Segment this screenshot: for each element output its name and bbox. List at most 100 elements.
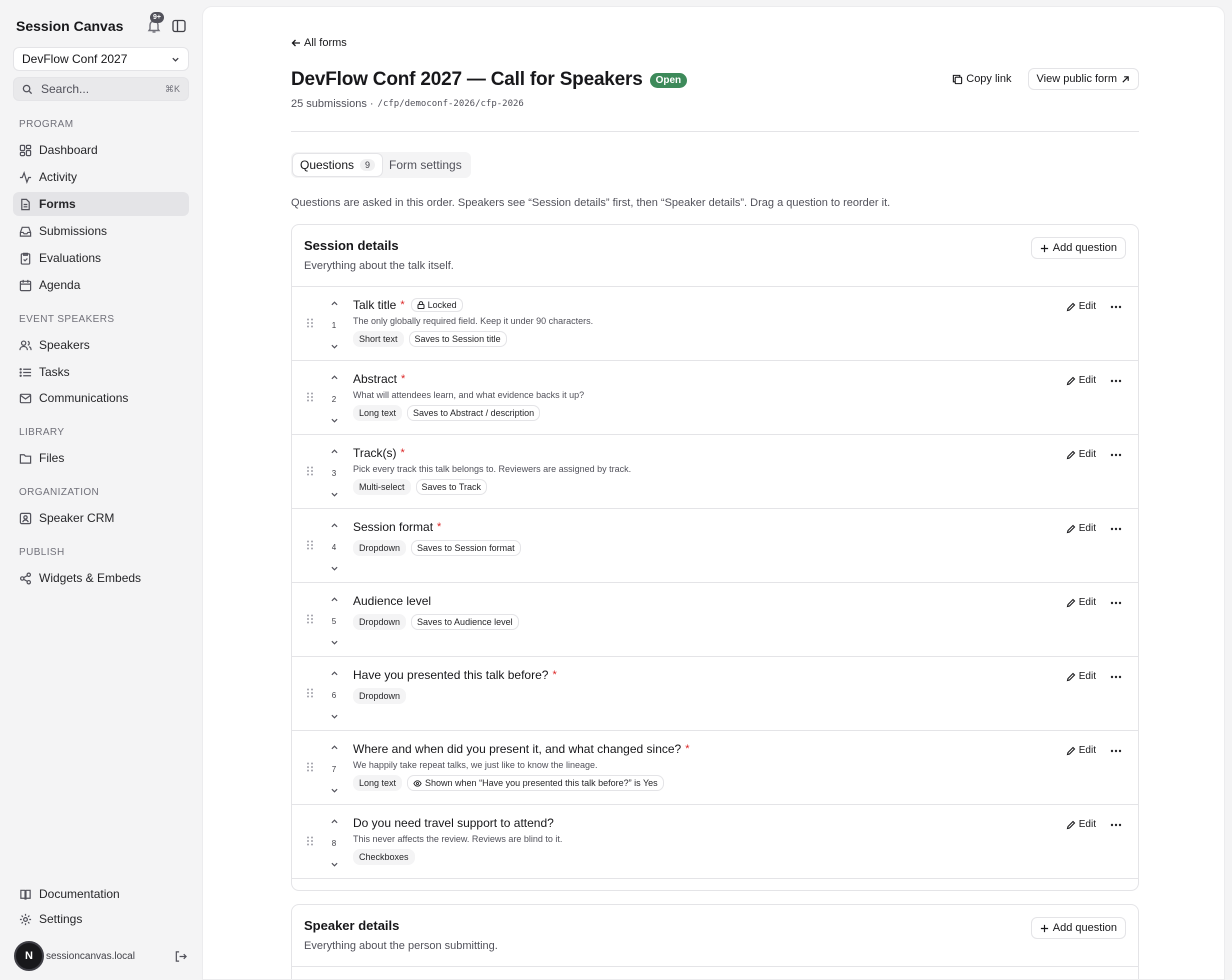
move-up-button[interactable] <box>330 819 338 824</box>
logout-button[interactable] <box>174 950 187 963</box>
nav-item-documentation[interactable]: Documentation <box>13 883 189 905</box>
more-options-button[interactable] <box>1110 379 1122 383</box>
move-up-button[interactable] <box>330 597 338 602</box>
question-title-row: Track(s) * <box>353 445 631 460</box>
add-question-button[interactable]: Add question <box>1030 917 1126 939</box>
question-actions: Edit <box>1066 745 1122 756</box>
question-row[interactable]: 5 Audience level Dropdown Saves to Audience… <box>292 583 1138 657</box>
question-number: 2 <box>331 394 337 404</box>
question-title-row: Where and when did you present it, and w… <box>353 741 690 756</box>
move-up-button[interactable] <box>330 449 338 454</box>
chevron-down-icon <box>330 418 338 423</box>
reorder-controls: 7 <box>329 745 339 793</box>
question-tags: Multi-select Saves to Track <box>353 479 631 495</box>
sidebar-toggle-button[interactable] <box>172 19 186 33</box>
move-up-button[interactable] <box>330 671 338 676</box>
drag-handle-icon[interactable] <box>306 836 314 846</box>
chevron-up-icon <box>330 449 338 454</box>
nav-item-widgets-embeds[interactable]: Widgets & Embeds <box>13 566 189 590</box>
user-menu[interactable]: N sessioncanvas.local <box>14 941 190 971</box>
move-down-button[interactable] <box>330 640 338 645</box>
view-public-form-button[interactable]: View public form <box>1027 68 1139 90</box>
move-down-button[interactable] <box>330 566 338 571</box>
nav-item-files[interactable]: Files <box>13 446 189 470</box>
move-down-button[interactable] <box>330 862 338 867</box>
question-count-badge: 9 <box>360 159 376 171</box>
nav-item-label: Speakers <box>39 338 90 352</box>
question-row[interactable]: 7 Where and when did you present it, and … <box>292 731 1138 805</box>
move-down-button[interactable] <box>330 788 338 793</box>
edit-question-button[interactable]: Edit <box>1066 671 1096 682</box>
drag-handle-icon[interactable] <box>306 540 314 550</box>
copy-link-button[interactable]: Copy link <box>952 73 1012 85</box>
drag-handle-icon[interactable] <box>306 614 314 624</box>
edit-question-button[interactable]: Edit <box>1066 745 1096 756</box>
question-row[interactable]: 2 Abstract * What will attendees learn, and… <box>292 361 1138 435</box>
edit-question-button[interactable]: Edit <box>1066 597 1096 608</box>
question-title-row: Abstract * <box>353 371 584 386</box>
more-options-button[interactable] <box>1110 453 1122 457</box>
drag-handle-icon[interactable] <box>306 392 314 402</box>
question-row[interactable]: 8 Do you need travel support to attend? Th… <box>292 805 1138 879</box>
edit-question-button[interactable]: Edit <box>1066 301 1096 312</box>
nav-item-forms[interactable]: Forms <box>13 192 189 216</box>
move-down-button[interactable] <box>330 344 338 349</box>
nav-item-speaker-crm[interactable]: Speaker CRM <box>13 506 189 530</box>
edit-question-button[interactable]: Edit <box>1066 819 1096 830</box>
edit-question-button[interactable]: Edit <box>1066 375 1096 386</box>
move-down-button[interactable] <box>330 492 338 497</box>
question-title-row: Talk title * Locked <box>353 297 593 312</box>
title-row: DevFlow Conf 2027 — Call for Speakers Op… <box>291 69 688 91</box>
drag-handle-icon[interactable] <box>306 466 314 476</box>
move-up-button[interactable] <box>330 745 338 750</box>
nav-item-label: Submissions <box>39 224 108 238</box>
drag-handle-icon[interactable] <box>306 318 314 328</box>
drag-handle-icon[interactable] <box>306 688 314 698</box>
question-row[interactable]: 4 Session format * Dropdown Saves to Session… <box>292 509 1138 583</box>
pencil-icon <box>1066 746 1076 755</box>
nav-item-agenda[interactable]: Agenda <box>13 273 189 297</box>
edit-label: Edit <box>1078 523 1096 534</box>
more-options-button[interactable] <box>1110 527 1122 531</box>
nav-item-dashboard[interactable]: Dashboard <box>13 138 189 162</box>
reorder-controls: 6 <box>329 671 339 719</box>
tab-questions[interactable]: Questions 9 <box>293 154 383 176</box>
nav-item-label: Evaluations <box>39 251 102 265</box>
nav-item-communications[interactable]: Communications <box>13 386 189 410</box>
more-options-button[interactable] <box>1110 675 1122 679</box>
nav-item-settings[interactable]: Settings <box>13 908 189 930</box>
drag-handle-icon[interactable] <box>306 762 314 772</box>
question-type-chip: Checkboxes <box>353 849 415 865</box>
back-link[interactable]: All forms <box>291 37 347 49</box>
edit-question-button[interactable]: Edit <box>1066 449 1096 460</box>
question-row[interactable]: 6 Have you presented this talk before? * Dr… <box>292 657 1138 731</box>
search-input[interactable]: Search... ⌘K <box>13 77 189 101</box>
more-horizontal-icon <box>1110 379 1122 382</box>
nav-item-speakers[interactable]: Speakers <box>13 333 189 357</box>
move-up-button[interactable] <box>330 375 338 380</box>
more-options-button[interactable] <box>1110 305 1122 309</box>
move-down-button[interactable] <box>330 714 338 719</box>
more-options-button[interactable] <box>1110 601 1122 605</box>
question-row[interactable]: 3 Track(s) * Pick every track this talk bel… <box>292 435 1138 509</box>
more-horizontal-icon <box>1110 675 1122 678</box>
nav-item-tasks[interactable]: Tasks <box>13 360 189 384</box>
more-options-button[interactable] <box>1110 749 1122 753</box>
move-up-button[interactable] <box>330 523 338 528</box>
question-row[interactable]: 1 Talk title * Locked The only globally requ… <box>292 287 1138 361</box>
tab-form-settings[interactable]: Form settings <box>382 154 469 176</box>
move-down-button[interactable] <box>330 418 338 423</box>
chevron-up-icon <box>330 671 338 676</box>
notifications-button[interactable]: 9+ <box>146 12 164 34</box>
add-question-button[interactable]: Add question <box>1030 237 1126 259</box>
reorder-controls: 4 <box>329 523 339 571</box>
nav-item-activity[interactable]: Activity <box>13 165 189 189</box>
workspace-select[interactable]: DevFlow Conf 2027 <box>13 47 189 71</box>
nav-item-submissions[interactable]: Submissions <box>13 219 189 243</box>
nav-item-evaluations[interactable]: Evaluations <box>13 246 189 270</box>
edit-question-button[interactable]: Edit <box>1066 523 1096 534</box>
more-options-button[interactable] <box>1110 823 1122 827</box>
move-up-button[interactable] <box>330 301 338 306</box>
page-title: DevFlow Conf 2027 — Call for Speakers <box>291 69 643 90</box>
clipboard-check-icon <box>20 252 31 265</box>
